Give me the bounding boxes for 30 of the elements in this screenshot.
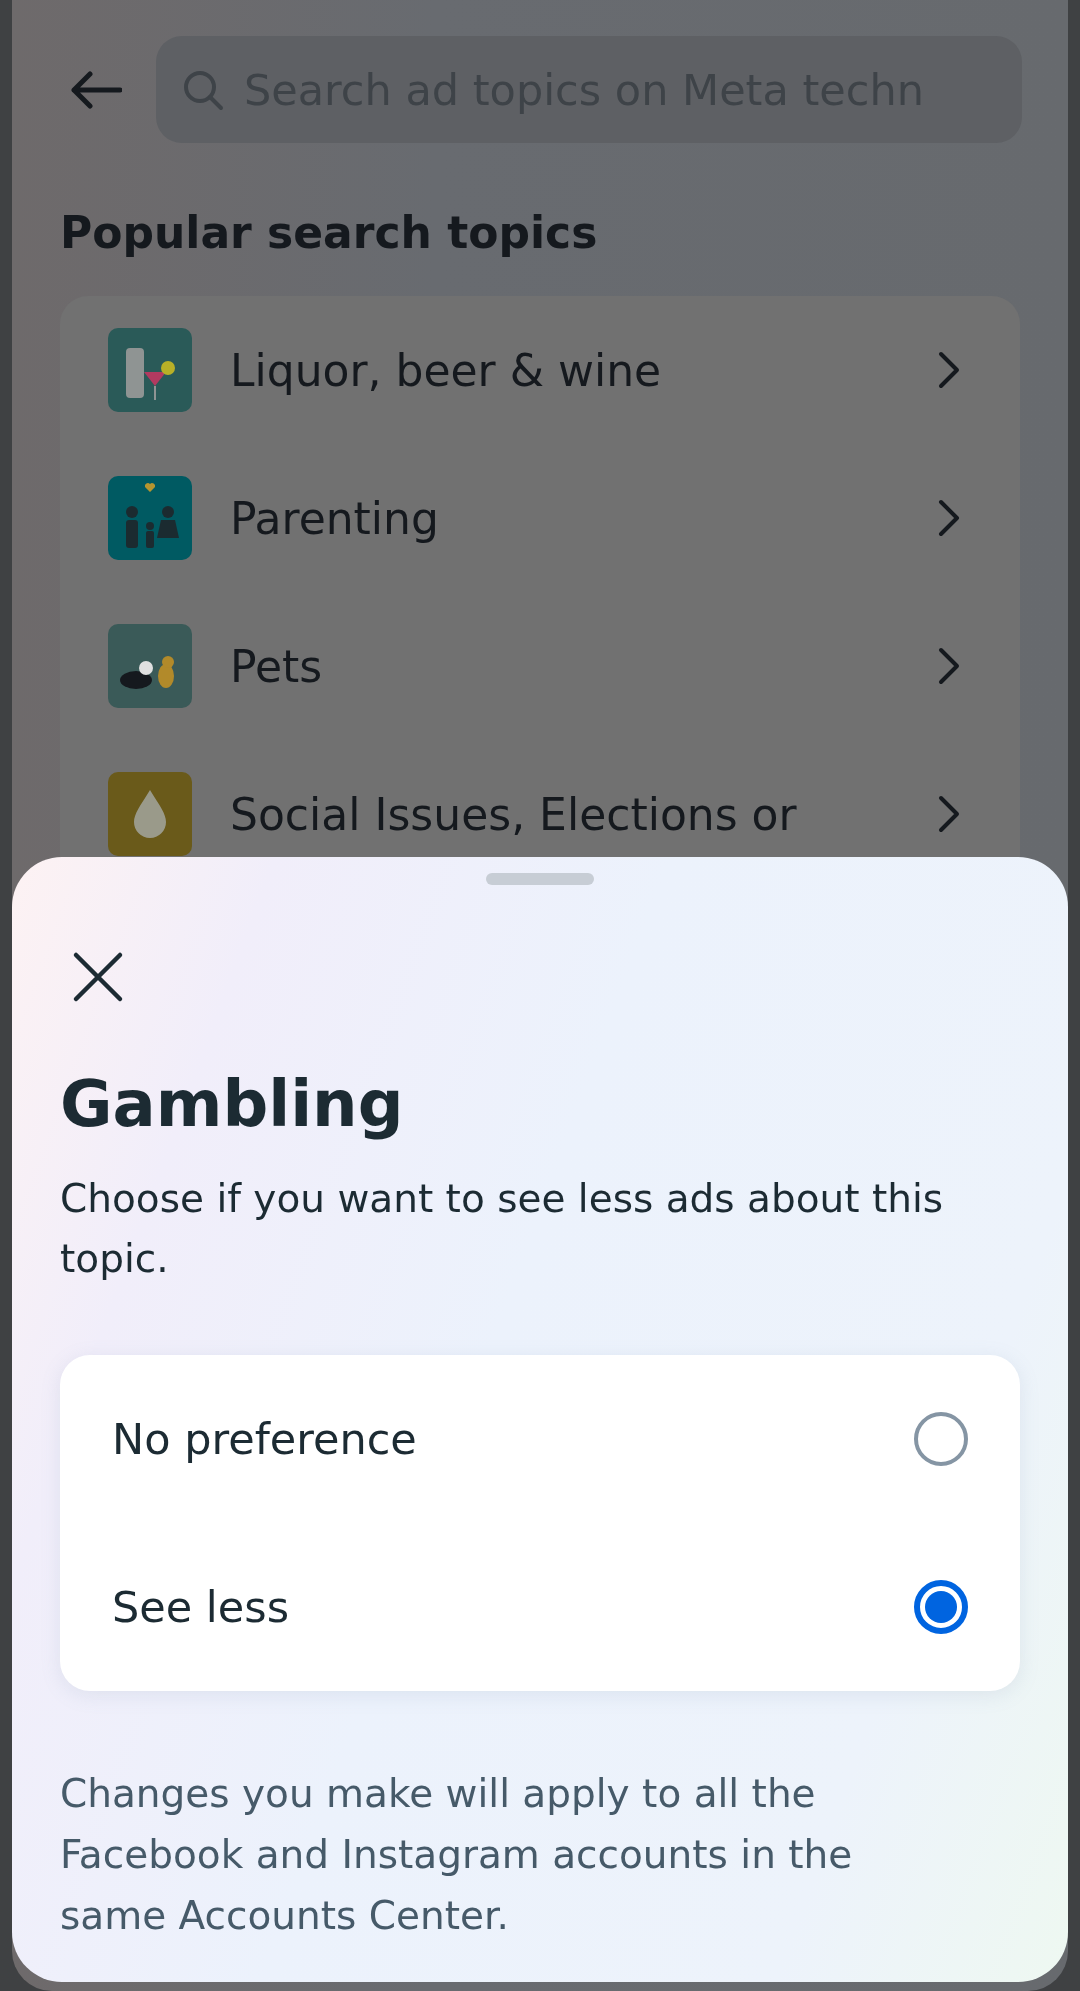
- chevron-right-icon: [938, 499, 960, 537]
- close-icon: [72, 951, 124, 1003]
- chevron-right-icon: [938, 795, 960, 833]
- option-label: See less: [112, 1582, 290, 1632]
- topic-item[interactable]: Pets: [60, 592, 1020, 740]
- radio-button[interactable]: [914, 1412, 968, 1466]
- drag-handle[interactable]: [486, 873, 594, 885]
- sheet-description: Choose if you want to see less ads about this topic.: [60, 1175, 945, 1283]
- topic-item[interactable]: Liquor, beer & wine: [60, 296, 1020, 444]
- topic-icon: [108, 772, 192, 856]
- topic-icon: [108, 476, 192, 560]
- back-arrow-icon: [70, 69, 122, 110]
- topic-icon: [108, 624, 192, 708]
- section-heading: Popular search topics: [60, 207, 599, 258]
- topic-icon: [108, 328, 192, 412]
- chevron-right-icon: [938, 351, 960, 389]
- option-row[interactable]: See less: [60, 1523, 1020, 1691]
- topic-label: Social Issues, Elections or: [230, 788, 798, 840]
- topic-label: Pets: [230, 640, 324, 692]
- search-icon: [182, 68, 224, 111]
- topic-item[interactable]: Parenting: [60, 444, 1020, 592]
- close-button[interactable]: [72, 951, 124, 1003]
- option-row[interactable]: No preference: [60, 1355, 1020, 1523]
- topic-label: Parenting: [230, 492, 440, 544]
- footer-note: Changes you make will apply to all the Facebook and Instagram accounts in the same Accounts Center.: [60, 1770, 854, 1940]
- chevron-right-icon: [938, 647, 960, 685]
- topic-label: Liquor, beer & wine: [230, 344, 663, 396]
- sheet-title: Gambling: [60, 1067, 405, 1141]
- radio-button[interactable]: [914, 1580, 968, 1634]
- option-label: No preference: [112, 1414, 417, 1464]
